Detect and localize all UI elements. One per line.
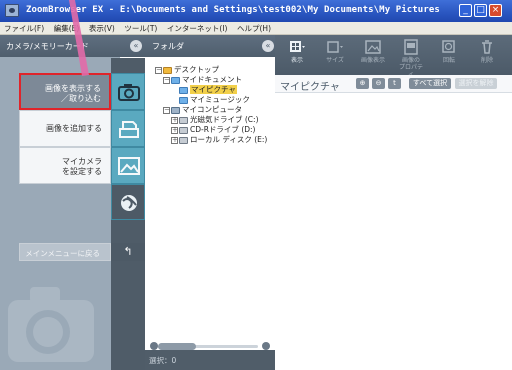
tree-item-label: マイピクチャ bbox=[190, 85, 237, 94]
my-camera-settings-label: マイカメラ を設定する bbox=[62, 157, 102, 177]
view-download-button[interactable]: 画像を表示する ／取り込む bbox=[19, 73, 111, 110]
rotate-label: 回転 bbox=[442, 57, 455, 64]
tree-item-label: ローカル ディスク (E:) bbox=[190, 135, 268, 144]
my-camera-settings-button[interactable]: マイカメラ を設定する bbox=[19, 147, 111, 184]
rotate-icon bbox=[442, 40, 455, 53]
tree-item[interactable]: － デスクトップ bbox=[155, 65, 273, 75]
tree-item[interactable]: マイピクチャ bbox=[155, 85, 273, 95]
folder-icon bbox=[163, 66, 172, 74]
globe-icon bbox=[121, 195, 137, 211]
back-to-main-menu-button[interactable]: メインメニューに戻る bbox=[19, 243, 111, 261]
delete-label: 削除 bbox=[480, 57, 493, 64]
folder-tree: －デスクトップ－マイドキュメント マイピクチャ マイミュージック－マイコンピュータ＋… bbox=[155, 65, 273, 145]
my-camera-settings-line1: マイカメラ bbox=[62, 157, 102, 166]
expand-toggle-icon[interactable]: ＋ bbox=[171, 126, 178, 134]
print-tab[interactable] bbox=[111, 110, 145, 147]
collapse-left-button[interactable]: « bbox=[130, 40, 142, 52]
back-arrow-icon[interactable]: ↰ bbox=[111, 243, 145, 261]
scroll-thumb[interactable] bbox=[158, 343, 196, 350]
view-icon bbox=[290, 41, 305, 52]
tree-item-label: マイコンピュータ bbox=[182, 105, 242, 114]
menu-tools[interactable]: ツール(T) bbox=[120, 22, 160, 34]
folder-icon bbox=[179, 86, 188, 94]
collapse-folder-button[interactable]: « bbox=[262, 40, 274, 52]
select-all-button[interactable]: すべて選択 bbox=[409, 78, 451, 89]
view-download-line1: 画像を表示する bbox=[45, 84, 101, 93]
tree-item[interactable]: ＋ ローカル ディスク (E:) bbox=[155, 135, 273, 145]
folder-icon bbox=[179, 96, 188, 104]
computer-icon bbox=[171, 106, 180, 114]
tree-item-label: デスクトップ bbox=[174, 65, 219, 74]
tree-item-label: マイドキュメント bbox=[182, 75, 242, 84]
size-label: サイズ bbox=[326, 57, 344, 64]
tree-item[interactable]: ＋ CD-Rドライブ (D:) bbox=[155, 125, 273, 135]
scroll-left-button[interactable] bbox=[150, 342, 158, 350]
tree-item[interactable]: マイミュージック bbox=[155, 95, 273, 105]
thumbnail-area[interactable] bbox=[275, 94, 512, 370]
camera-tab[interactable] bbox=[111, 73, 145, 110]
browser-panel: 表示 サイズ 画像表示 画像の プロパティ 回転 削除 マイピクチャ ⊕ ⊖ t… bbox=[275, 35, 512, 370]
zoom-out-button[interactable]: ⊖ bbox=[372, 78, 385, 89]
properties-icon bbox=[404, 39, 418, 55]
callout-arrow-icon bbox=[69, 0, 89, 76]
selection-count: 選択：0 bbox=[149, 356, 177, 365]
drive-icon bbox=[179, 126, 188, 134]
print-icon bbox=[119, 121, 139, 138]
expand-toggle-icon[interactable]: ＋ bbox=[171, 116, 178, 124]
view-download-line2: ／取り込む bbox=[61, 94, 101, 103]
tree-item-label: 光磁気ドライブ (C:) bbox=[190, 115, 259, 124]
close-button[interactable]: × bbox=[489, 4, 502, 17]
drive-icon bbox=[179, 116, 188, 124]
app-camera-icon bbox=[5, 4, 19, 17]
view-mode-label: 表示 bbox=[290, 57, 303, 64]
internet-tab[interactable] bbox=[111, 184, 145, 220]
tree-item[interactable]: ＋ 光磁気ドライブ (C:) bbox=[155, 115, 273, 125]
image-view-label: 画像表示 bbox=[360, 57, 385, 64]
add-images-label: 画像を追加する bbox=[46, 124, 102, 133]
size-button[interactable]: サイズ bbox=[321, 39, 349, 72]
tree-item[interactable]: － マイドキュメント bbox=[155, 75, 273, 85]
status-bar: 選択：0 bbox=[145, 350, 275, 370]
folder-panel-title: フォルダ bbox=[152, 42, 184, 51]
add-images-button[interactable]: 画像を追加する bbox=[19, 110, 111, 147]
menu-internet[interactable]: インターネット(I) bbox=[163, 22, 231, 34]
size-icon bbox=[327, 41, 343, 53]
view-mode-button[interactable]: 表示 bbox=[283, 39, 311, 72]
properties-button[interactable]: 画像の プロパティ bbox=[397, 39, 425, 78]
rotate-button[interactable]: 回転 bbox=[435, 39, 463, 72]
folder-panel: フォルダ « － デスクトップ － マイドキュメント マイピクチャ マイミュージック － マイ… bbox=[145, 35, 275, 370]
menu-help[interactable]: ヘルプ(H) bbox=[233, 22, 274, 34]
delete-button[interactable]: 削除 bbox=[473, 39, 501, 72]
expand-toggle-icon[interactable]: － bbox=[155, 66, 162, 74]
location-bar: マイピクチャ ⊕ ⊖ t すべて選択 選択を解除 bbox=[275, 75, 512, 93]
settings-image-icon bbox=[118, 157, 140, 175]
menu-file[interactable]: ファイル(F) bbox=[0, 22, 47, 34]
image-toolbar: 表示 サイズ 画像表示 画像の プロパティ 回転 削除 bbox=[275, 35, 512, 78]
image-settings-tab[interactable] bbox=[111, 147, 145, 184]
my-camera-settings-line2: を設定する bbox=[62, 167, 102, 176]
scroll-right-button[interactable] bbox=[262, 342, 270, 350]
expand-toggle-icon[interactable]: － bbox=[163, 106, 170, 114]
maximize-button[interactable]: □ bbox=[474, 4, 487, 17]
camera-icon bbox=[118, 84, 140, 101]
image-view-button[interactable]: 画像表示 bbox=[359, 39, 387, 72]
folder-icon bbox=[171, 76, 180, 84]
back-to-main-menu-label: メインメニューに戻る bbox=[25, 249, 100, 258]
delete-icon bbox=[482, 40, 492, 54]
current-folder-title: マイピクチャ bbox=[280, 82, 340, 93]
tree-item[interactable]: － マイコンピュータ bbox=[155, 105, 273, 115]
view-download-label: 画像を表示する ／取り込む bbox=[45, 84, 101, 104]
folder-panel-header: フォルダ « bbox=[145, 35, 275, 57]
minimize-button[interactable]: _ bbox=[459, 4, 472, 17]
deselect-button[interactable]: 選択を解除 bbox=[455, 78, 497, 89]
drive-icon bbox=[179, 136, 188, 144]
background-camera-icon bbox=[8, 287, 94, 362]
zoom-in-button[interactable]: ⊕ bbox=[356, 78, 369, 89]
folder-up-button[interactable]: t bbox=[388, 78, 401, 89]
tree-item-label: マイミュージック bbox=[190, 95, 250, 104]
tree-item-label: CD-Rドライブ (D:) bbox=[190, 125, 256, 134]
expand-toggle-icon[interactable]: ＋ bbox=[171, 136, 178, 144]
image-view-icon bbox=[365, 40, 381, 54]
expand-toggle-icon[interactable]: － bbox=[163, 76, 170, 84]
